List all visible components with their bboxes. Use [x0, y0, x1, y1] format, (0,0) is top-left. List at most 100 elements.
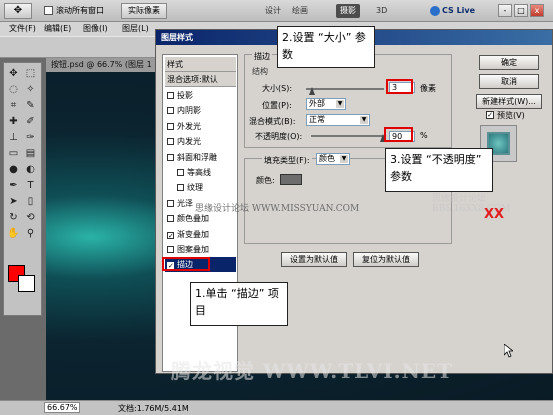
restore-button[interactable]: □ [514, 4, 528, 17]
minimize-button[interactable]: - [498, 4, 512, 17]
style-item-inner-shadow[interactable]: 内阴影 [165, 103, 236, 118]
cs-live-icon [430, 6, 440, 16]
blending-options-item[interactable]: 混合选项:默认 [165, 72, 236, 87]
style-item-label: 外发光 [177, 121, 201, 131]
style-checkbox[interactable] [167, 215, 174, 223]
style-item-bevel-emboss[interactable]: 斜面和浮雕 [165, 150, 236, 165]
style-checkbox[interactable] [167, 92, 174, 99]
style-item-inner-glow[interactable]: 内发光 [165, 134, 236, 149]
marquee-tool-icon[interactable]: ⬚ [23, 67, 38, 81]
workspace-tab-painting[interactable]: 绘画 [288, 4, 312, 18]
position-select[interactable]: 外部 ▼ [306, 98, 346, 110]
workspace-tab-design[interactable]: 设计 [261, 4, 285, 18]
background-color-swatch[interactable] [18, 275, 35, 292]
cs-live-label: CS Live [442, 6, 476, 15]
style-checkbox[interactable] [167, 122, 174, 130]
blend-mode-select[interactable]: 正常 ▼ [306, 114, 370, 126]
chevron-down-icon: ▼ [340, 155, 348, 163]
zoom-level-field[interactable]: 66.67% [44, 402, 80, 413]
style-checkbox[interactable] [177, 169, 184, 176]
workspace-tab-3d[interactable]: 3D [372, 4, 391, 18]
hand-tool-icon[interactable]: ✋ [6, 227, 21, 241]
color-label: 颜色: [256, 176, 275, 185]
crop-tool-icon[interactable]: ⌗ [6, 99, 21, 113]
style-item-gradient-overlay[interactable]: 渐变叠加 [165, 227, 236, 242]
actual-pixels-button[interactable]: 实际像素 [121, 3, 167, 19]
gradient-tool-icon[interactable]: ▤ [23, 147, 38, 161]
preview-checkbox[interactable]: ✓ [486, 111, 494, 119]
style-checkbox[interactable] [167, 107, 174, 115]
pen-tool-icon[interactable]: ✒ [6, 179, 21, 193]
style-checkbox[interactable] [167, 153, 174, 161]
clone-stamp-icon[interactable]: ⊥ [6, 131, 21, 145]
zoom-tool-icon[interactable]: ⚲ [23, 227, 38, 241]
style-checkbox[interactable] [167, 138, 174, 146]
eraser-icon[interactable]: ▭ [6, 147, 21, 161]
lasso-tool-icon[interactable]: ◌ [6, 83, 21, 97]
style-checkbox[interactable] [167, 231, 174, 239]
healing-brush-icon[interactable]: ✚ [6, 115, 21, 129]
style-item-texture[interactable]: 纹理 [165, 180, 236, 195]
style-checkbox[interactable] [177, 184, 184, 192]
style-item-outer-glow[interactable]: 外发光 [165, 119, 236, 134]
workspace-tab-photography[interactable]: 摄影 [336, 4, 360, 18]
ok-button[interactable]: 确定 [479, 55, 539, 70]
set-default-button[interactable]: 设置为默认值 [281, 252, 347, 267]
size-highlight-box [386, 79, 413, 94]
3d-camera-icon[interactable]: ⟲ [23, 211, 38, 225]
brush-tool-icon[interactable]: ✐ [23, 115, 38, 129]
scroll-all-windows-checkbox[interactable] [44, 6, 53, 15]
blend-mode-label: 混合模式(B): [249, 117, 296, 126]
watermark-missyuan: 思缘设计论坛 WWW.MISSYUAN.COM [195, 204, 360, 214]
history-brush-icon[interactable]: ✑ [23, 131, 38, 145]
fill-type-select-value: 颜色 [319, 154, 335, 163]
opacity-highlight-box [384, 127, 413, 142]
style-checkbox[interactable] [167, 246, 174, 253]
style-checkbox[interactable] [167, 199, 174, 207]
chevron-down-icon: ▼ [336, 100, 344, 108]
path-select-icon[interactable]: ➤ [6, 195, 21, 209]
style-item-label: 内阴影 [177, 106, 201, 116]
magic-wand-icon[interactable]: ✧ [23, 83, 38, 97]
blur-tool-icon[interactable]: ● [6, 163, 21, 177]
eyedropper-icon[interactable]: ✎ [23, 99, 38, 113]
type-tool-icon[interactable]: T [23, 179, 38, 193]
menu-layer[interactable]: 图层(L) [119, 23, 152, 35]
callout-step-1: 1.单击 “描边” 项目 [190, 282, 288, 326]
scroll-all-windows-label: 滚动所有窗口 [56, 6, 104, 15]
new-style-button[interactable]: 新建样式(W)... [476, 94, 542, 109]
position-select-value: 外部 [309, 99, 325, 108]
style-item-label: 等高线 [187, 168, 211, 177]
size-slider[interactable] [306, 88, 384, 90]
style-item-label: 颜色叠加 [177, 214, 209, 224]
callout-step-2: 2.设置 “大小” 参数 [277, 26, 375, 68]
stroke-color-swatch[interactable] [280, 174, 302, 185]
watermark-xx: XX [484, 207, 505, 222]
style-item-contour[interactable]: 等高线 [165, 165, 236, 180]
mouse-cursor-icon [504, 344, 513, 358]
blend-mode-select-value: 正常 [309, 115, 325, 124]
cancel-button[interactable]: 取消 [479, 74, 539, 89]
move-tool-icon[interactable]: ✥ [6, 67, 21, 81]
menu-image[interactable]: 图像(I) [80, 23, 111, 35]
callout-step-3: 3.设置 “不透明度” 参数 [385, 148, 493, 192]
fill-type-select[interactable]: 颜色 ▼ [316, 153, 350, 165]
menu-file[interactable]: 文件(F) [6, 23, 39, 35]
menu-edit[interactable]: 编辑(E) [41, 23, 74, 35]
structure-label: 结构 [252, 67, 268, 76]
3d-rotate-icon[interactable]: ↻ [6, 211, 21, 225]
style-item-pattern-overlay[interactable]: 图案叠加 [165, 242, 236, 257]
opacity-unit: % [420, 131, 428, 140]
opacity-label: 不透明度(O): [255, 132, 303, 141]
style-item-label: 图案叠加 [177, 245, 209, 254]
close-button[interactable]: x [530, 4, 544, 17]
style-item-drop-shadow[interactable]: 投影 [165, 88, 236, 103]
dodge-tool-icon[interactable]: ◐ [23, 163, 38, 177]
opacity-slider[interactable] [311, 135, 385, 137]
move-tool-preset[interactable]: ✥ [4, 3, 32, 19]
cs-live-button[interactable]: CS Live [428, 4, 486, 18]
style-list-header[interactable]: 样式 [165, 57, 236, 72]
reset-default-button[interactable]: 复位为默认值 [353, 252, 419, 267]
shape-tool-icon[interactable]: ▯ [23, 195, 38, 209]
style-item-label: 内发光 [177, 137, 201, 147]
